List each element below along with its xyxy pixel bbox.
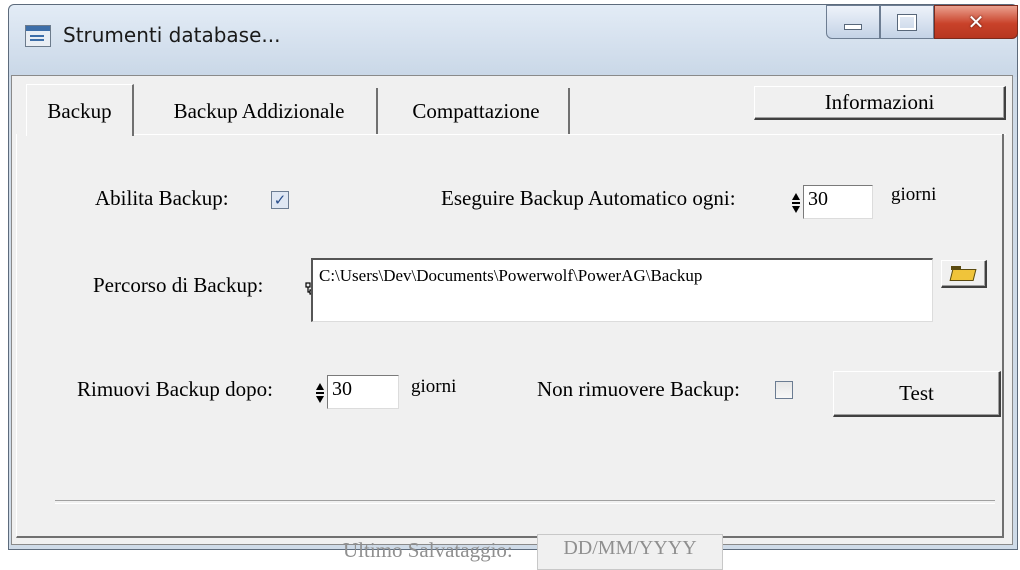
no-remove-backup-checkbox[interactable] [775,381,793,399]
spin-down-icon [316,396,324,403]
last-save-label: Ultimo Salvataggio: [343,538,513,562]
backup-path-label: Percorso di Backup: [93,273,264,297]
checkmark-icon: ✓ [273,190,287,209]
backup-path-input[interactable]: C:\Users\Dev\Documents\Powerwolf\PowerAG… [311,258,933,322]
minimize-button[interactable] [826,5,880,39]
separator-line [55,500,995,504]
spin-divider [316,392,324,394]
spin-up-icon [316,383,324,390]
remove-backup-days-unit: giorni [411,376,457,397]
title-bar[interactable]: Strumenti database... ✕ [9,5,1018,77]
spin-divider [792,202,800,204]
spin-up-icon [792,193,800,200]
informazioni-button[interactable]: Informazioni [754,86,1006,120]
close-button[interactable]: ✕ [934,5,1018,39]
dialog-client-area: Backup Backup Addizionale Compattazione … [11,75,1013,570]
test-button[interactable]: Test [833,371,1001,417]
auto-backup-days-unit: giorni [891,184,937,205]
tab-backup[interactable]: Backup [26,84,134,136]
backup-tab-panel: Abilita Backup: ✓ Eseguire Backup Automa… [16,134,1004,570]
enable-backup-checkbox[interactable]: ✓ [271,191,289,209]
auto-backup-days-input[interactable]: 30 [803,185,873,219]
auto-backup-spinner[interactable] [791,188,801,218]
remove-backup-label: Rimuovi Backup dopo: [77,377,273,401]
dialog-window: Strumenti database... ✕ Backup Backup Ad… [8,4,1018,570]
window-controls: ✕ [826,5,1018,41]
maximize-icon [897,13,917,31]
spin-down-icon [792,206,800,213]
close-icon: ✕ [967,10,985,34]
no-remove-backup-label: Non rimuovere Backup: [537,377,740,401]
minimize-icon [844,24,862,30]
auto-backup-label: Eseguire Backup Automatico ogni: [441,186,736,210]
remove-backup-spinner[interactable] [315,378,325,408]
folder-open-icon [950,265,977,282]
window-title: Strumenti database... [63,23,281,47]
tab-compattazione[interactable]: Compattazione [384,88,570,134]
browse-folder-button[interactable] [941,260,987,288]
database-tools-icon [25,25,51,47]
last-save-date-field: DD/MM/YYYY [537,534,723,570]
maximize-button[interactable] [880,5,934,39]
remove-backup-days-input[interactable]: 30 [327,375,399,409]
enable-backup-label: Abilita Backup: [95,186,229,210]
tab-backup-addizionale[interactable]: Backup Addizionale [142,88,378,134]
